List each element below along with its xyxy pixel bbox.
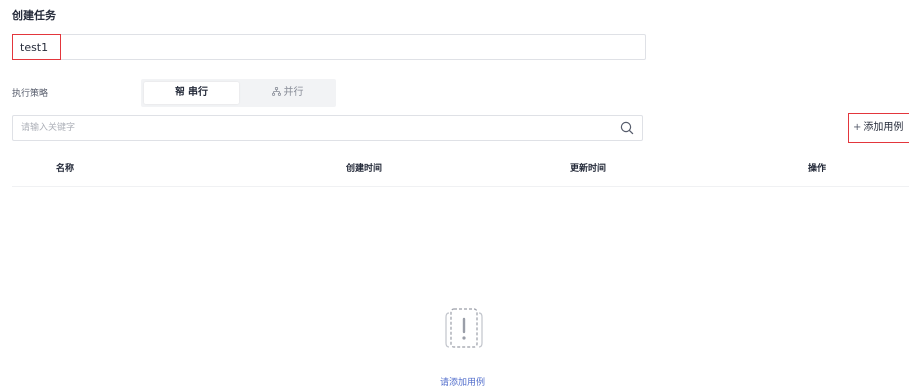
strategy-serial-label: 串行 (188, 87, 208, 98)
add-case-label: 添加用例 (863, 122, 904, 133)
column-header-name: 名称 (56, 164, 75, 174)
strategy-parallel-button[interactable]: 并行 (242, 82, 333, 104)
strategy-label: 执行策略 (12, 89, 49, 99)
column-header-updated-time: 更新时间 (570, 164, 607, 174)
search-box (12, 115, 643, 141)
search-input[interactable] (21, 116, 611, 140)
serial-icon: 帤 (175, 87, 185, 98)
column-header-created-time: 创建时间 (346, 164, 383, 174)
create-task-page: 创建任务 test1 执行策略 帤串行 并行 请输入关键字 + 添加用例 名称 … (0, 0, 909, 388)
search-icon[interactable] (620, 121, 634, 135)
parallel-icon (271, 82, 281, 104)
strategy-parallel-label: 并行 (283, 87, 304, 98)
strategy-serial-button[interactable]: 帤串行 (144, 82, 239, 104)
empty-add-case-link[interactable]: 请添加用例 (440, 375, 485, 388)
page-title: 创建任务 (12, 9, 56, 22)
task-name-value[interactable]: test1 (12, 34, 61, 60)
empty-document-icon (445, 308, 483, 348)
plus-icon: + (853, 122, 862, 133)
column-header-actions: 操作 (808, 164, 827, 174)
case-table-header: 名称 创建时间 更新时间 操作 (12, 154, 909, 187)
strategy-toggle: 帤串行 并行 (141, 79, 336, 107)
task-name-field[interactable]: test1 (12, 34, 646, 60)
add-case-button[interactable]: + 添加用例 (848, 113, 909, 143)
